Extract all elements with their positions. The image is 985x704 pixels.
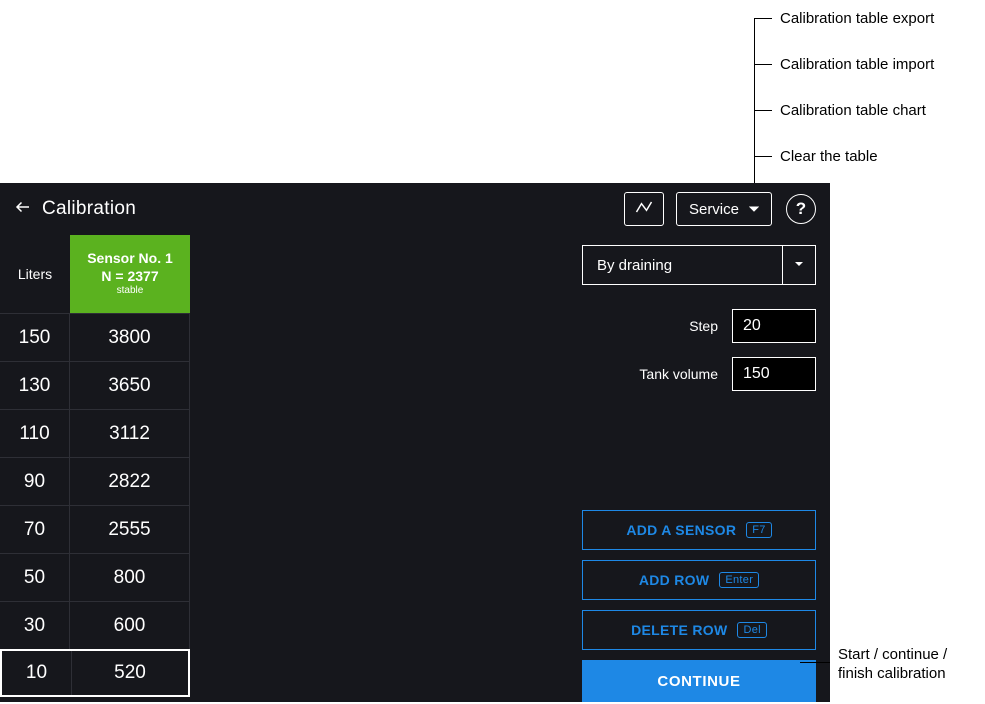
step-input[interactable]	[732, 309, 816, 343]
table-row[interactable]: 1103112	[0, 409, 190, 457]
annotation-clear: Clear the table	[780, 148, 878, 165]
page-title: Calibration	[42, 198, 136, 220]
cell-n: 520	[72, 651, 188, 695]
table-row[interactable]: 30600	[0, 601, 190, 649]
annotation-export: Calibration table export	[780, 10, 934, 27]
cell-liters: 110	[0, 410, 70, 457]
chart-line-icon	[634, 198, 654, 221]
cell-n: 3112	[70, 410, 189, 457]
tank-volume-label: Tank volume	[639, 366, 718, 382]
delete-row-key: Del	[737, 622, 766, 638]
cell-liters: 90	[0, 458, 70, 505]
tank-volume-input[interactable]	[732, 357, 816, 391]
table-row[interactable]: 50800	[0, 553, 190, 601]
cell-liters: 50	[0, 554, 70, 601]
add-sensor-key: F7	[746, 522, 771, 538]
add-sensor-label: ADD A SENSOR	[626, 522, 736, 538]
delete-row-button[interactable]: DELETE ROW Del	[582, 610, 816, 650]
delete-row-label: DELETE ROW	[631, 622, 727, 638]
step-label: Step	[689, 318, 718, 334]
annotation-continue: Start / continue / finish calibration	[838, 646, 947, 684]
table-row[interactable]: 10520	[0, 649, 190, 697]
annotation-bracket	[754, 18, 772, 158]
back-button[interactable]: Calibration	[14, 198, 136, 221]
table-row[interactable]: 902822	[0, 457, 190, 505]
annotation-import: Calibration table import	[780, 56, 934, 73]
annotation-leader-continue	[800, 662, 830, 663]
cell-liters: 130	[0, 362, 70, 409]
chart-button[interactable]	[624, 192, 664, 226]
cell-liters: 10	[2, 651, 72, 695]
service-dropdown[interactable]: Service	[676, 192, 772, 226]
add-sensor-button[interactable]: ADD A SENSOR F7	[582, 510, 816, 550]
continue-label: CONTINUE	[657, 673, 740, 690]
col-header-sensor[interactable]: Sensor No. 1 N = 2377 stable	[70, 235, 190, 313]
topbar: Calibration Service ?	[0, 183, 830, 235]
cell-n: 2555	[70, 506, 189, 553]
col-header-liters: Liters	[0, 235, 70, 313]
annotation-chart: Calibration table chart	[780, 102, 926, 119]
table-row[interactable]: 1503800	[0, 313, 190, 361]
sensor-header-line3: stable	[117, 285, 144, 298]
add-row-label: ADD ROW	[639, 572, 710, 588]
mode-dropdown-arrow[interactable]	[782, 245, 816, 285]
calibration-window: Calibration Service ? Lit	[0, 183, 830, 702]
cell-liters: 70	[0, 506, 70, 553]
table-row[interactable]: 1303650	[0, 361, 190, 409]
chevron-down-icon	[749, 201, 759, 218]
help-icon: ?	[796, 199, 806, 219]
calibration-table: Liters Sensor No. 1 N = 2377 stable 1503…	[0, 235, 190, 702]
cell-n: 2822	[70, 458, 189, 505]
add-row-button[interactable]: ADD ROW Enter	[582, 560, 816, 600]
cell-n: 800	[70, 554, 189, 601]
mode-label: By draining	[597, 257, 672, 274]
caret-down-icon	[794, 256, 804, 274]
back-arrow-icon	[14, 198, 32, 221]
settings-panel: By draining Step Tank volume	[582, 235, 830, 702]
cell-n: 3650	[70, 362, 189, 409]
mode-dropdown[interactable]: By draining	[582, 245, 816, 285]
sensor-header-line1: Sensor No. 1	[87, 250, 173, 268]
table-row[interactable]: 702555	[0, 505, 190, 553]
cell-n: 600	[70, 602, 189, 649]
continue-button[interactable]: CONTINUE	[582, 660, 816, 702]
sensor-header-line2: N = 2377	[101, 268, 158, 286]
service-label: Service	[689, 201, 739, 218]
cell-liters: 30	[0, 602, 70, 649]
cell-liters: 150	[0, 314, 70, 361]
add-row-key: Enter	[719, 572, 759, 588]
cell-n: 3800	[70, 314, 189, 361]
help-button[interactable]: ?	[786, 194, 816, 224]
